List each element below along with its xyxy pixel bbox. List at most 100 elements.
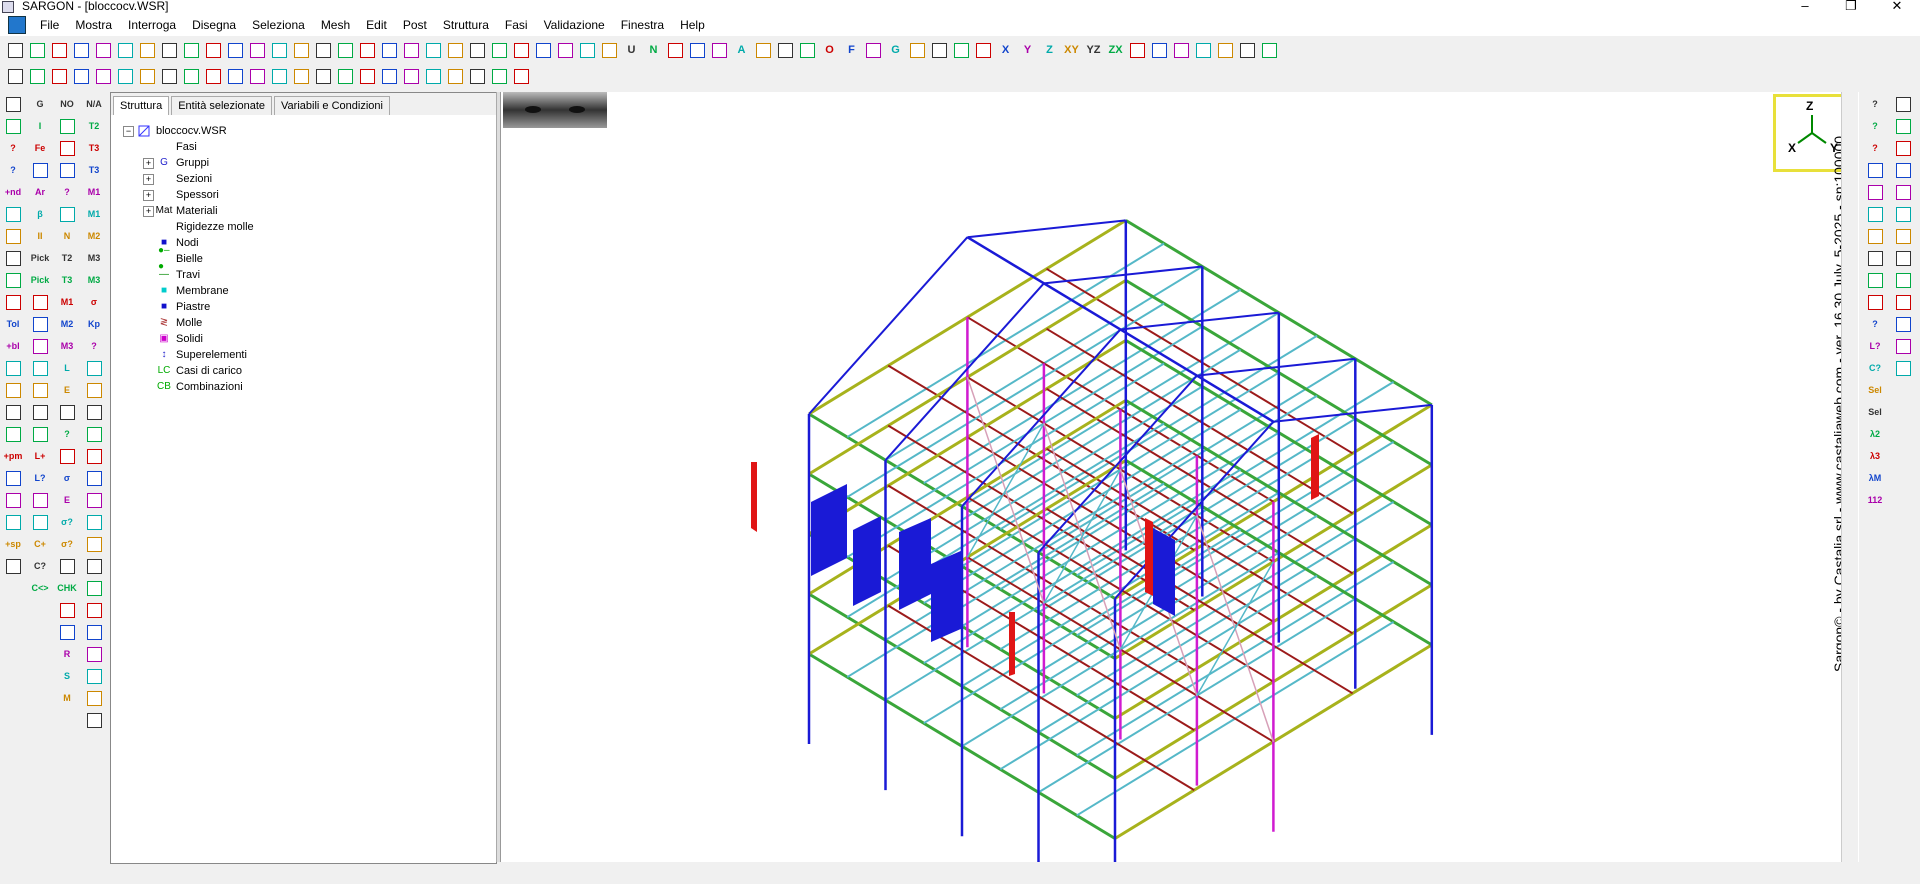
- left-tool-a-button-15[interactable]: [3, 424, 23, 444]
- toolbar2-button-14[interactable]: [314, 67, 333, 86]
- right-tool-a-button-3[interactable]: [1865, 160, 1885, 180]
- left-tool-d-button-16[interactable]: [84, 446, 104, 466]
- tree-item-travi[interactable]: — Travi: [143, 267, 254, 283]
- tree-item-molle[interactable]: ≷ Molle: [143, 315, 254, 331]
- right-tool-a-button-8[interactable]: [1865, 270, 1885, 290]
- toolbar1-button-7[interactable]: [160, 41, 179, 60]
- left-tool-d-button-20[interactable]: [84, 534, 104, 554]
- toolbar2-button-20[interactable]: [446, 67, 465, 86]
- left-tool-d-button-25[interactable]: [84, 644, 104, 664]
- left-tool-d-button-3[interactable]: T3: [84, 160, 104, 180]
- toolbar2-button-9[interactable]: [204, 67, 223, 86]
- left-tool-a-button-17[interactable]: [3, 468, 23, 488]
- left-tool-b-button-12[interactable]: [30, 358, 50, 378]
- left-tool-b-button-4[interactable]: Ar: [30, 182, 50, 202]
- left-tool-d-button-4[interactable]: M1: [84, 182, 104, 202]
- left-tool-c-button-2[interactable]: [57, 138, 77, 158]
- menu-post[interactable]: Post: [395, 14, 435, 36]
- menu-validazione[interactable]: Validazione: [536, 14, 613, 36]
- left-tool-c-button-23[interactable]: [57, 600, 77, 620]
- left-tool-d-button-10[interactable]: Kp: [84, 314, 104, 334]
- toolbar2-button-22[interactable]: [490, 67, 509, 86]
- toolbar1-button-52[interactable]: [1150, 41, 1169, 60]
- left-tool-b-button-15[interactable]: [30, 424, 50, 444]
- tree-item-membrane[interactable]: ■ Membrane: [143, 283, 254, 299]
- left-tool-c-button-15[interactable]: ?: [57, 424, 77, 444]
- toolbar1-button-27[interactable]: [600, 41, 619, 60]
- toolbar1-button-35[interactable]: [776, 41, 795, 60]
- toolbar1-button-13[interactable]: [292, 41, 311, 60]
- right-tool-a-button-2[interactable]: ?: [1865, 138, 1885, 158]
- left-tool-b-button-10[interactable]: [30, 314, 50, 334]
- left-tool-c-button-17[interactable]: σ: [57, 468, 77, 488]
- tree-item-rigidezze-molle[interactable]: Rigidezze molle: [143, 219, 254, 235]
- toolbar1-button-43[interactable]: [952, 41, 971, 60]
- left-tool-d-button-7[interactable]: M3: [84, 248, 104, 268]
- right-tool-a-button-16[interactable]: λ3: [1865, 446, 1885, 466]
- structure-model-drawing[interactable]: [501, 92, 1841, 862]
- right-tool-a-button-15[interactable]: λ2: [1865, 424, 1885, 444]
- left-tool-a-button-2[interactable]: ?: [3, 138, 23, 158]
- toolbar2-button-4[interactable]: [94, 67, 113, 86]
- toolbar1-button-47[interactable]: Z: [1040, 41, 1059, 60]
- left-tool-a-button-6[interactable]: [3, 226, 23, 246]
- maximize-button[interactable]: ❐: [1828, 0, 1874, 14]
- menu-struttura[interactable]: Struttura: [435, 14, 497, 36]
- right-tool-b-button-10[interactable]: [1893, 314, 1913, 334]
- expand-icon[interactable]: +: [143, 189, 154, 201]
- toolbar1-button-57[interactable]: [1260, 41, 1279, 60]
- toolbar1-button-48[interactable]: XY: [1062, 41, 1081, 60]
- minimize-button[interactable]: –: [1782, 0, 1828, 14]
- menu-interroga[interactable]: Interroga: [120, 14, 184, 36]
- left-tool-a-button-8[interactable]: [3, 270, 23, 290]
- toolbar1-button-30[interactable]: [666, 41, 685, 60]
- toolbar1-button-37[interactable]: O: [820, 41, 839, 60]
- left-tool-d-button-15[interactable]: [84, 424, 104, 444]
- toolbar2-button-3[interactable]: [72, 67, 91, 86]
- left-tool-c-button-14[interactable]: [57, 402, 77, 422]
- left-tool-d-button-27[interactable]: [84, 688, 104, 708]
- toolbar2-button-5[interactable]: [116, 67, 135, 86]
- left-tool-d-button-9[interactable]: σ: [84, 292, 104, 312]
- left-tool-a-button-20[interactable]: +sp: [3, 534, 23, 554]
- toolbar1-button-2[interactable]: [50, 41, 69, 60]
- menu-fasi[interactable]: Fasi: [497, 14, 536, 36]
- left-tool-b-button-0[interactable]: G: [30, 94, 50, 114]
- left-tool-c-button-4[interactable]: ?: [57, 182, 77, 202]
- toolbar1-button-12[interactable]: [270, 41, 289, 60]
- left-tool-b-button-19[interactable]: [30, 512, 50, 532]
- toolbar1-button-0[interactable]: [6, 41, 25, 60]
- tree-item-solidi[interactable]: ▣ Solidi: [143, 331, 254, 347]
- left-tool-a-button-9[interactable]: [3, 292, 23, 312]
- toolbar2-button-21[interactable]: [468, 67, 487, 86]
- left-tool-b-button-9[interactable]: [30, 292, 50, 312]
- right-tool-b-button-5[interactable]: [1893, 204, 1913, 224]
- right-tool-a-button-14[interactable]: Sel: [1865, 402, 1885, 422]
- toolbar1-button-38[interactable]: F: [842, 41, 861, 60]
- left-tool-a-button-16[interactable]: +pm: [3, 446, 23, 466]
- left-tool-c-button-25[interactable]: R: [57, 644, 77, 664]
- left-tool-c-button-22[interactable]: CHK: [57, 578, 77, 598]
- left-tool-b-button-3[interactable]: [30, 160, 50, 180]
- tab-struttura[interactable]: Struttura: [113, 96, 170, 115]
- menu-finestra[interactable]: Finestra: [613, 14, 672, 36]
- left-tool-c-button-0[interactable]: NO: [57, 94, 77, 114]
- left-tool-a-button-13[interactable]: [3, 380, 23, 400]
- right-tool-a-button-18[interactable]: 112: [1865, 490, 1885, 510]
- collapse-icon[interactable]: −: [123, 125, 134, 137]
- left-tool-b-button-11[interactable]: [30, 336, 50, 356]
- right-tool-a-button-12[interactable]: C?: [1865, 358, 1885, 378]
- left-tool-c-button-5[interactable]: [57, 204, 77, 224]
- right-tool-b-button-2[interactable]: [1893, 138, 1913, 158]
- toolbar1-button-51[interactable]: [1128, 41, 1147, 60]
- left-tool-d-button-28[interactable]: [84, 710, 104, 730]
- right-tool-a-button-5[interactable]: [1865, 204, 1885, 224]
- left-tool-c-button-11[interactable]: M3: [57, 336, 77, 356]
- toolbar2-button-17[interactable]: [380, 67, 399, 86]
- toolbar1-button-26[interactable]: [578, 41, 597, 60]
- left-tool-b-button-1[interactable]: I: [30, 116, 50, 136]
- toolbar1-button-25[interactable]: [556, 41, 575, 60]
- tree-item-bielle[interactable]: ●–● Bielle: [143, 245, 254, 272]
- toolbar1-button-15[interactable]: [336, 41, 355, 60]
- left-tool-a-button-21[interactable]: [3, 556, 23, 576]
